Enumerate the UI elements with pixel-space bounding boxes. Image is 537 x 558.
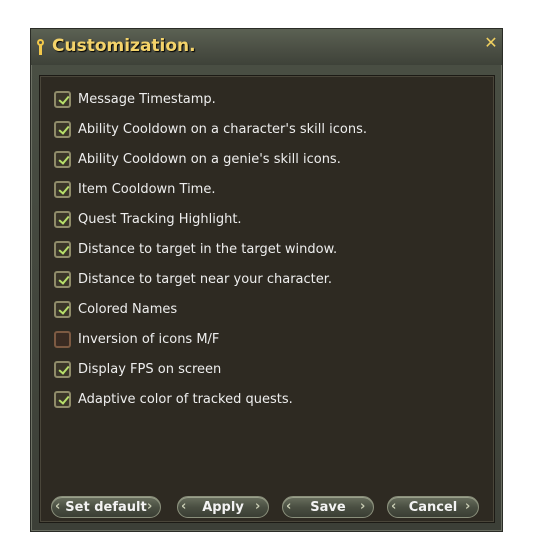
- option-label: Display FPS on screen: [78, 361, 222, 377]
- checkbox[interactable]: [54, 120, 71, 138]
- info-icon: [36, 39, 46, 55]
- option-inversion-icons[interactable]: Inversion of icons M/F: [54, 328, 219, 350]
- left-arrow-icon: ‹: [286, 499, 292, 514]
- checkbox[interactable]: [54, 270, 71, 288]
- title-bar[interactable]: Customization. ✕: [31, 29, 502, 65]
- right-arrow-icon: ›: [465, 499, 471, 514]
- checkbox[interactable]: [54, 360, 71, 378]
- option-ability-cooldown-genie[interactable]: Ability Cooldown on a genie's skill icon…: [54, 148, 341, 170]
- option-label: Distance to target near your character.: [78, 271, 333, 287]
- option-label: Item Cooldown Time.: [78, 181, 216, 197]
- option-message-timestamp[interactable]: Message Timestamp.: [54, 88, 216, 110]
- set-default-button[interactable]: ‹ Set default ›: [51, 496, 161, 518]
- apply-label: Apply: [202, 499, 244, 515]
- option-distance-near-character[interactable]: Distance to target near your character.: [54, 268, 332, 290]
- option-label: Ability Cooldown on a genie's skill icon…: [78, 151, 341, 167]
- option-label: Message Timestamp.: [78, 91, 216, 107]
- option-adaptive-color-quests[interactable]: Adaptive color of tracked quests.: [54, 388, 293, 410]
- right-arrow-icon: ›: [360, 499, 366, 514]
- option-label: Colored Names: [78, 301, 178, 317]
- right-arrow-icon: ›: [147, 499, 153, 514]
- checkbox[interactable]: [54, 330, 71, 348]
- left-arrow-icon: ‹: [391, 499, 397, 514]
- customization-window: Customization. ✕ Message Timestamp. Abil…: [30, 28, 503, 532]
- cancel-label: Cancel: [408, 499, 458, 515]
- option-label: Quest Tracking Highlight.: [78, 211, 242, 227]
- left-arrow-icon: ‹: [55, 499, 61, 514]
- save-label: Save: [310, 499, 346, 515]
- button-bar: ‹ Set default › ‹ Apply › ‹ Save › ‹ Can…: [31, 486, 502, 526]
- checkbox[interactable]: [54, 150, 71, 168]
- option-label: Ability Cooldown on a character's skill …: [78, 121, 367, 137]
- checkbox[interactable]: [54, 210, 71, 228]
- checkbox[interactable]: [54, 180, 71, 198]
- option-display-fps[interactable]: Display FPS on screen: [54, 358, 221, 380]
- option-label: Inversion of icons M/F: [78, 331, 220, 347]
- option-colored-names[interactable]: Colored Names: [54, 298, 177, 320]
- left-arrow-icon: ‹: [181, 499, 187, 514]
- checkbox[interactable]: [54, 390, 71, 408]
- option-quest-tracking-highlight[interactable]: Quest Tracking Highlight.: [54, 208, 242, 230]
- save-button[interactable]: ‹ Save ›: [282, 496, 374, 518]
- apply-button[interactable]: ‹ Apply ›: [177, 496, 269, 518]
- cancel-button[interactable]: ‹ Cancel ›: [387, 496, 479, 518]
- option-label: Distance to target in the target window.: [78, 241, 338, 257]
- option-item-cooldown-time[interactable]: Item Cooldown Time.: [54, 178, 215, 200]
- option-label: Adaptive color of tracked quests.: [78, 391, 293, 407]
- set-default-label: Set default: [65, 499, 147, 515]
- close-icon[interactable]: ✕: [484, 35, 498, 51]
- window-title: Customization.: [52, 36, 196, 56]
- checkbox[interactable]: [54, 300, 71, 318]
- options-panel: Message Timestamp. Ability Cooldown on a…: [39, 75, 495, 523]
- option-distance-target-window[interactable]: Distance to target in the target window.: [54, 238, 337, 260]
- option-ability-cooldown-character[interactable]: Ability Cooldown on a character's skill …: [54, 118, 367, 140]
- checkbox[interactable]: [54, 90, 71, 108]
- right-arrow-icon: ›: [255, 499, 261, 514]
- checkbox[interactable]: [54, 240, 71, 258]
